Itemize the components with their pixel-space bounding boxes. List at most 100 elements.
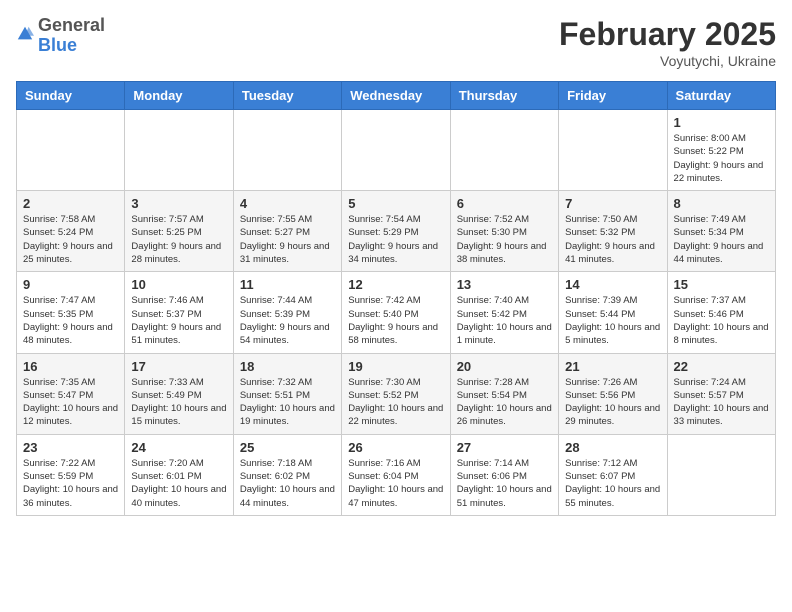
day-info: Sunrise: 7:28 AM Sunset: 5:54 PM Dayligh… (457, 376, 552, 429)
day-cell: 2 Sunrise: 7:58 AM Sunset: 5:24 PM Daylig… (17, 191, 125, 272)
title-area: February 2025 Voyutychi, Ukraine (559, 16, 776, 69)
day-cell (342, 110, 450, 191)
day-cell: 28 Sunrise: 7:12 AM Sunset: 6:07 PM Dayli… (559, 434, 667, 515)
logo: General Blue (16, 16, 105, 56)
weekday-header-sunday: Sunday (17, 82, 125, 110)
day-info: Sunrise: 7:33 AM Sunset: 5:49 PM Dayligh… (131, 376, 226, 429)
day-info: Sunrise: 7:32 AM Sunset: 5:51 PM Dayligh… (240, 376, 335, 429)
day-cell: 11 Sunrise: 7:44 AM Sunset: 5:39 PM Dayli… (233, 272, 341, 353)
day-cell: 5 Sunrise: 7:54 AM Sunset: 5:29 PM Daylig… (342, 191, 450, 272)
day-info: Sunrise: 7:39 AM Sunset: 5:44 PM Dayligh… (565, 294, 660, 347)
day-cell: 16 Sunrise: 7:35 AM Sunset: 5:47 PM Dayli… (17, 353, 125, 434)
month-title: February 2025 (559, 16, 776, 53)
day-cell: 27 Sunrise: 7:14 AM Sunset: 6:06 PM Dayli… (450, 434, 558, 515)
weekday-header-saturday: Saturday (667, 82, 775, 110)
day-number: 24 (131, 440, 226, 455)
day-cell: 22 Sunrise: 7:24 AM Sunset: 5:57 PM Dayli… (667, 353, 775, 434)
day-number: 11 (240, 277, 335, 292)
day-cell (17, 110, 125, 191)
day-number: 16 (23, 359, 118, 374)
day-number: 6 (457, 196, 552, 211)
day-info: Sunrise: 7:49 AM Sunset: 5:34 PM Dayligh… (674, 213, 769, 266)
day-number: 27 (457, 440, 552, 455)
day-info: Sunrise: 7:52 AM Sunset: 5:30 PM Dayligh… (457, 213, 552, 266)
week-row-5: 23 Sunrise: 7:22 AM Sunset: 5:59 PM Dayli… (17, 434, 776, 515)
day-info: Sunrise: 7:37 AM Sunset: 5:46 PM Dayligh… (674, 294, 769, 347)
day-cell: 6 Sunrise: 7:52 AM Sunset: 5:30 PM Daylig… (450, 191, 558, 272)
day-number: 14 (565, 277, 660, 292)
weekday-header-friday: Friday (559, 82, 667, 110)
day-cell: 4 Sunrise: 7:55 AM Sunset: 5:27 PM Daylig… (233, 191, 341, 272)
day-number: 22 (674, 359, 769, 374)
day-cell: 7Sunrise: 7:50 AM Sunset: 5:32 PM Daylig… (559, 191, 667, 272)
day-info: Sunrise: 7:44 AM Sunset: 5:39 PM Dayligh… (240, 294, 335, 347)
day-cell: 19Sunrise: 7:30 AM Sunset: 5:52 PM Dayli… (342, 353, 450, 434)
day-cell: 23 Sunrise: 7:22 AM Sunset: 5:59 PM Dayli… (17, 434, 125, 515)
day-cell: 14 Sunrise: 7:39 AM Sunset: 5:44 PM Dayli… (559, 272, 667, 353)
day-number: 25 (240, 440, 335, 455)
logo-general-text: General (38, 15, 105, 35)
day-cell: 25 Sunrise: 7:18 AM Sunset: 6:02 PM Dayli… (233, 434, 341, 515)
day-number: 5 (348, 196, 443, 211)
day-cell: 20 Sunrise: 7:28 AM Sunset: 5:54 PM Dayli… (450, 353, 558, 434)
day-info: Sunrise: 7:58 AM Sunset: 5:24 PM Dayligh… (23, 213, 118, 266)
day-number: 20 (457, 359, 552, 374)
day-info: Sunrise: 7:14 AM Sunset: 6:06 PM Dayligh… (457, 457, 552, 510)
day-cell (667, 434, 775, 515)
day-info: Sunrise: 7:22 AM Sunset: 5:59 PM Dayligh… (23, 457, 118, 510)
day-number: 1 (674, 115, 769, 130)
week-row-2: 2 Sunrise: 7:58 AM Sunset: 5:24 PM Daylig… (17, 191, 776, 272)
day-number: 12 (348, 277, 443, 292)
day-info: Sunrise: 7:54 AM Sunset: 5:29 PM Dayligh… (348, 213, 443, 266)
day-info: Sunrise: 7:12 AM Sunset: 6:07 PM Dayligh… (565, 457, 660, 510)
day-cell: 26 Sunrise: 7:16 AM Sunset: 6:04 PM Dayli… (342, 434, 450, 515)
day-cell (450, 110, 558, 191)
day-info: Sunrise: 7:20 AM Sunset: 6:01 PM Dayligh… (131, 457, 226, 510)
day-number: 17 (131, 359, 226, 374)
day-number: 26 (348, 440, 443, 455)
day-info: Sunrise: 7:35 AM Sunset: 5:47 PM Dayligh… (23, 376, 118, 429)
weekday-header-wednesday: Wednesday (342, 82, 450, 110)
day-info: Sunrise: 7:47 AM Sunset: 5:35 PM Dayligh… (23, 294, 118, 347)
day-cell: 9 Sunrise: 7:47 AM Sunset: 5:35 PM Daylig… (17, 272, 125, 353)
day-cell: 18Sunrise: 7:32 AM Sunset: 5:51 PM Dayli… (233, 353, 341, 434)
day-number: 8 (674, 196, 769, 211)
day-info: Sunrise: 7:16 AM Sunset: 6:04 PM Dayligh… (348, 457, 443, 510)
day-cell (125, 110, 233, 191)
day-info: Sunrise: 7:57 AM Sunset: 5:25 PM Dayligh… (131, 213, 226, 266)
logo-icon (16, 25, 34, 43)
day-info: Sunrise: 7:26 AM Sunset: 5:56 PM Dayligh… (565, 376, 660, 429)
day-number: 23 (23, 440, 118, 455)
day-cell (233, 110, 341, 191)
day-cell: 13Sunrise: 7:40 AM Sunset: 5:42 PM Dayli… (450, 272, 558, 353)
day-cell: 21 Sunrise: 7:26 AM Sunset: 5:56 PM Dayli… (559, 353, 667, 434)
day-number: 19 (348, 359, 443, 374)
weekday-header-monday: Monday (125, 82, 233, 110)
day-number: 3 (131, 196, 226, 211)
day-number: 15 (674, 277, 769, 292)
week-row-3: 9 Sunrise: 7:47 AM Sunset: 5:35 PM Daylig… (17, 272, 776, 353)
day-number: 28 (565, 440, 660, 455)
calendar-table: SundayMondayTuesdayWednesdayThursdayFrid… (16, 81, 776, 516)
day-cell: 1 Sunrise: 8:00 AM Sunset: 5:22 PM Daylig… (667, 110, 775, 191)
day-info: Sunrise: 7:55 AM Sunset: 5:27 PM Dayligh… (240, 213, 335, 266)
day-cell: 10 Sunrise: 7:46 AM Sunset: 5:37 PM Dayli… (125, 272, 233, 353)
day-number: 13 (457, 277, 552, 292)
day-info: Sunrise: 7:50 AM Sunset: 5:32 PM Dayligh… (565, 213, 660, 266)
day-info: Sunrise: 7:24 AM Sunset: 5:57 PM Dayligh… (674, 376, 769, 429)
week-row-4: 16 Sunrise: 7:35 AM Sunset: 5:47 PM Dayli… (17, 353, 776, 434)
week-row-1: 1 Sunrise: 8:00 AM Sunset: 5:22 PM Daylig… (17, 110, 776, 191)
weekday-header-tuesday: Tuesday (233, 82, 341, 110)
day-number: 21 (565, 359, 660, 374)
day-number: 4 (240, 196, 335, 211)
weekday-header-row: SundayMondayTuesdayWednesdayThursdayFrid… (17, 82, 776, 110)
day-number: 9 (23, 277, 118, 292)
day-info: Sunrise: 8:00 AM Sunset: 5:22 PM Dayligh… (674, 132, 769, 185)
page-header: General Blue February 2025 Voyutychi, Uk… (16, 16, 776, 69)
day-number: 2 (23, 196, 118, 211)
day-number: 10 (131, 277, 226, 292)
day-cell: 15 Sunrise: 7:37 AM Sunset: 5:46 PM Dayli… (667, 272, 775, 353)
day-info: Sunrise: 7:18 AM Sunset: 6:02 PM Dayligh… (240, 457, 335, 510)
weekday-header-thursday: Thursday (450, 82, 558, 110)
day-info: Sunrise: 7:46 AM Sunset: 5:37 PM Dayligh… (131, 294, 226, 347)
